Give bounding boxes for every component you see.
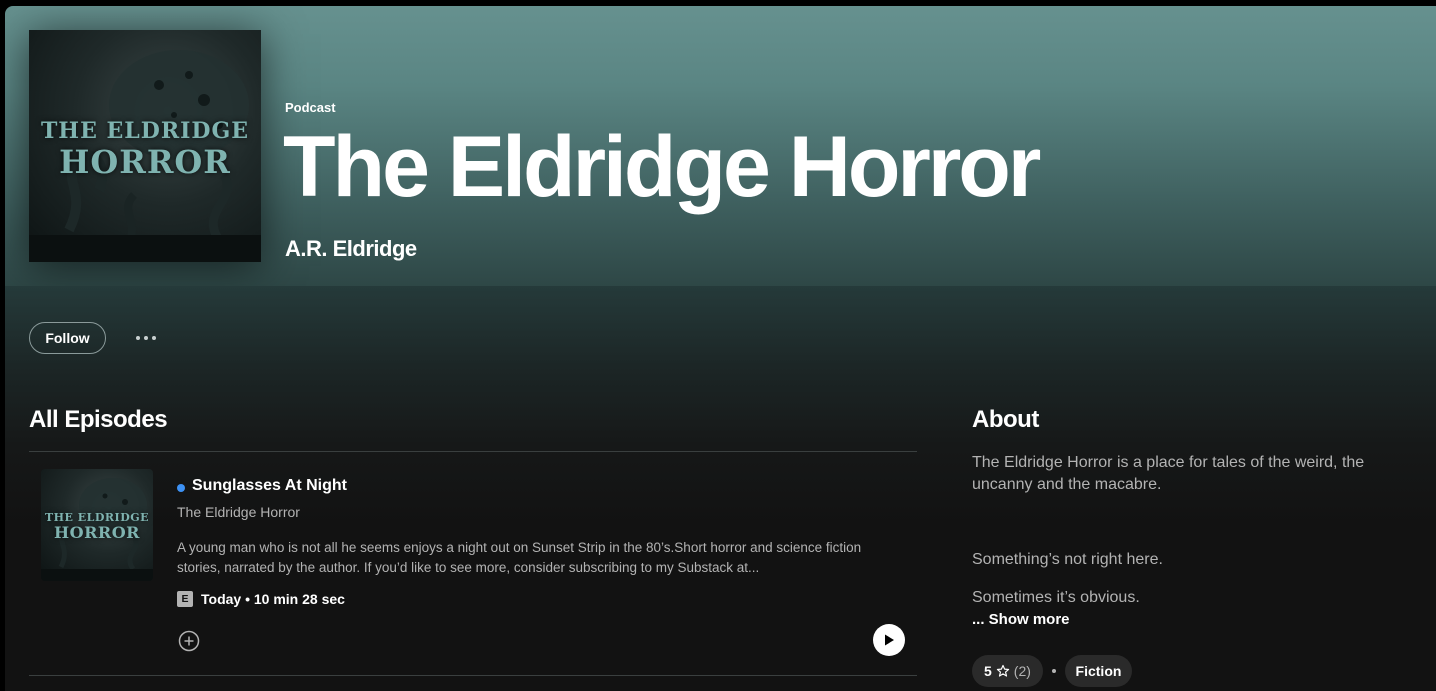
episode-description: A young man who is not all he seems enjo… xyxy=(177,540,862,575)
more-dot xyxy=(152,336,156,340)
episode-title[interactable]: Sunglasses At Night xyxy=(192,477,347,495)
separator-dot xyxy=(1052,669,1056,673)
cover-title-line2: HORROR xyxy=(54,523,140,542)
episode-date-duration: Today • 10 min 28 sec xyxy=(201,591,345,607)
podcast-title: The Eldridge Horror xyxy=(283,119,1041,215)
about-section-title: About xyxy=(972,406,1039,433)
podcast-header: THE ELDRIDGE HORROR Podcast The Eldridge… xyxy=(5,6,1436,286)
rating-pill[interactable]: 5 (2) xyxy=(972,655,1043,687)
more-options-icon[interactable] xyxy=(129,326,163,350)
more-dot xyxy=(144,336,148,340)
about-paragraph: Something’s not right here. xyxy=(972,551,1163,568)
divider xyxy=(29,451,917,452)
divider xyxy=(29,675,917,676)
rating-count: (2) xyxy=(1013,663,1031,679)
podcast-cover-art: THE ELDRIDGE HORROR xyxy=(29,30,261,262)
follow-button[interactable]: Follow xyxy=(29,322,106,354)
explicit-badge: E xyxy=(177,591,193,607)
cover-title-line2: HORROR xyxy=(59,143,231,181)
episode-cover-art: THE ELDRIDGE HORROR xyxy=(41,469,153,581)
episode-row[interactable]: THE ELDRIDGE HORROR Sunglasses At Night … xyxy=(29,458,917,674)
new-episode-indicator xyxy=(177,484,185,492)
podcast-author[interactable]: A.R. Eldridge xyxy=(285,236,417,262)
play-icon[interactable] xyxy=(873,624,905,656)
episode-show-name: The Eldridge Horror xyxy=(177,504,300,520)
episodes-section-title: All Episodes xyxy=(29,406,168,433)
cover-title-line1: THE ELDRIDGE xyxy=(44,511,150,524)
star-outline-icon xyxy=(996,664,1009,677)
add-circle-icon[interactable] xyxy=(177,629,201,653)
rating-value: 5 xyxy=(984,663,992,679)
content-type-label: Podcast xyxy=(285,100,336,115)
podcast-page: THE ELDRIDGE HORROR Podcast The Eldridge… xyxy=(5,6,1436,691)
about-paragraph: Sometimes it’s obvious. xyxy=(972,589,1140,606)
show-more-link[interactable]: ... Show more xyxy=(972,611,1070,628)
genre-tag[interactable]: Fiction xyxy=(1065,655,1132,687)
more-dot xyxy=(136,336,140,340)
about-paragraph: The Eldridge Horror is a place for tales… xyxy=(972,454,1365,493)
cover-title-line1: THE ELDRIDGE xyxy=(40,118,250,144)
